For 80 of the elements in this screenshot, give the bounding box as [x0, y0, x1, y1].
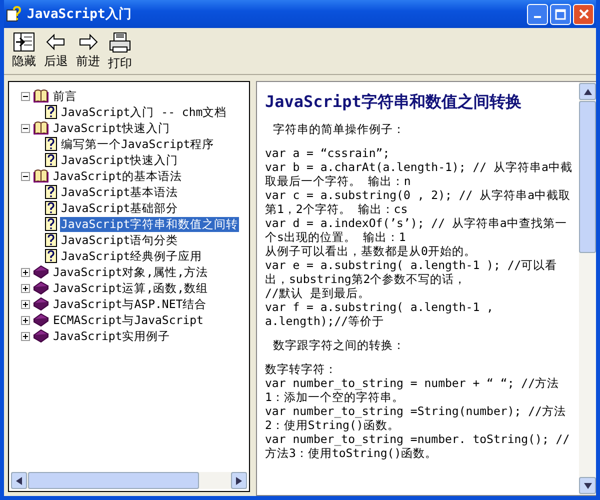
left-arrow-icon [16, 476, 22, 484]
left-arrow-icon [45, 32, 67, 52]
help-page-icon [45, 217, 57, 231]
tree-item[interactable]: JavaScript入门 -- chm文档 [60, 104, 228, 120]
collapse-icon[interactable] [21, 124, 30, 132]
tree-item[interactable]: 前言 [52, 88, 78, 104]
expand-icon[interactable] [21, 332, 30, 340]
code-line: var f = a.substring( a.length-1 , a.length);//等价于 [265, 300, 494, 328]
tree-item[interactable]: JavaScript基本语法 [60, 184, 180, 200]
code-line: //默认 是到最后。 [265, 286, 371, 300]
tree-item[interactable]: JavaScript语句分类 [60, 232, 180, 248]
hide-button[interactable]: 隐藏 [10, 32, 38, 72]
book-icon [33, 89, 49, 103]
back-button[interactable]: 后退 [42, 32, 70, 72]
maximize-button[interactable] [550, 4, 571, 24]
close-button[interactable] [573, 4, 594, 24]
tree-item[interactable]: JavaScript经典例子应用 [60, 248, 204, 264]
topic-heading: JavaScript字符串和数值之间转换 [265, 92, 522, 112]
minimize-button[interactable] [527, 4, 548, 24]
expand-icon[interactable] [21, 300, 30, 308]
scroll-thumb[interactable] [28, 472, 199, 489]
scroll-down-button[interactable] [579, 477, 596, 494]
printer-icon [108, 32, 132, 54]
help-page-icon [45, 233, 57, 247]
code-line: var number_to_string =number. toString(); //方法3：使用toString()函数。 [265, 432, 571, 460]
print-button[interactable]: 打印 [106, 32, 134, 72]
help-app-icon [6, 6, 22, 22]
section-heading: 数字跟字符之间的转换： [273, 338, 406, 352]
book-icon [33, 281, 49, 295]
help-page-icon [45, 137, 57, 151]
tree-item[interactable]: 编写第一个JavaScript程序 [60, 136, 216, 152]
tree-item[interactable]: JavaScript对象,属性,方法 [52, 264, 210, 280]
tree-item[interactable]: JavaScript基础部分 [60, 200, 180, 216]
tree-item[interactable]: JavaScript运算,函数,数组 [52, 280, 210, 296]
help-page-icon [45, 185, 57, 199]
collapse-icon[interactable] [21, 92, 30, 100]
scroll-up-button[interactable] [579, 83, 596, 100]
pane-icon [13, 32, 35, 52]
code-line: var number_to_string = number + “ “; //方法1：添加一个空的字符串。 [265, 376, 560, 404]
right-arrow-icon [236, 476, 242, 484]
book-icon [33, 169, 49, 183]
section-heading: 字符串的简单操作例子： [273, 122, 406, 136]
right-arrow-icon [77, 32, 99, 52]
code-line: 从例子可以看出，基数都是从0开始的。 [265, 244, 477, 258]
help-page-icon [45, 249, 57, 263]
maximize-icon [555, 8, 566, 20]
forward-button[interactable]: 前进 [74, 32, 102, 72]
tree-item[interactable]: JavaScript字符串和数值之间转 [60, 216, 240, 232]
code-line: var d = a.indexOf(’s’); // 从字符串a中查找第一个s出现的位置。 输出：1 [265, 216, 568, 244]
code-line: var number_to_string =String(number); //方法2：使用String()函数。 [265, 404, 567, 432]
book-icon [33, 297, 49, 311]
tree-item[interactable]: JavaScript快速入门 [60, 152, 180, 168]
close-icon [578, 9, 588, 19]
book-icon [33, 121, 49, 135]
tree-item[interactable]: JavaScript的基本语法 [52, 168, 184, 184]
expand-icon[interactable] [21, 316, 30, 324]
book-icon [33, 313, 49, 327]
scroll-right-button[interactable] [231, 472, 247, 489]
tree-item[interactable]: JavaScript快速入门 [52, 120, 172, 136]
up-arrow-icon [584, 88, 592, 94]
down-arrow-icon [584, 482, 592, 488]
tree-item[interactable]: ECMAScript与JavaScript [52, 312, 204, 328]
expand-icon[interactable] [21, 268, 30, 276]
help-page-icon [45, 201, 57, 215]
scroll-thumb[interactable] [579, 101, 596, 253]
code-line: 数字转字符： [265, 362, 338, 376]
tree-item[interactable]: JavaScript与ASP.NET结合 [52, 296, 208, 312]
window-title: JavaScript入门 [27, 6, 132, 23]
book-icon [33, 265, 49, 279]
help-page-icon [45, 105, 57, 119]
expand-icon[interactable] [21, 284, 30, 292]
tree-item[interactable]: JavaScript实用例子 [52, 328, 172, 344]
collapse-icon[interactable] [21, 172, 30, 180]
code-line: var e = a.substring( a.length-1 ); //可以看出，substring第2个参数不写的话， [265, 258, 558, 286]
book-icon [33, 329, 49, 343]
code-line: var a = “cssrain”; [265, 146, 391, 160]
horizontal-scrollbar[interactable] [11, 472, 247, 489]
scroll-left-button[interactable] [11, 472, 27, 489]
help-page-icon [45, 153, 57, 167]
vertical-scrollbar[interactable] [579, 82, 596, 495]
